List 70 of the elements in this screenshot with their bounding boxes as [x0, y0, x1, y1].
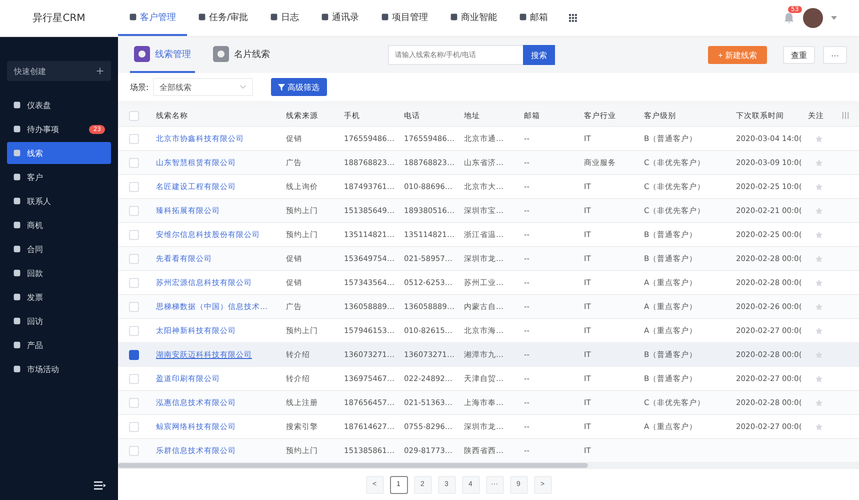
- tile-icon: [13, 149, 21, 157]
- chevron-icon: [240, 85, 246, 89]
- columns-icon[interactable]: [842, 112, 849, 119]
- collapse-menu-icon[interactable]: [94, 481, 106, 490]
- sidebar-item[interactable]: 商机: [7, 214, 111, 236]
- brand-logo: 异行星CRM: [32, 12, 86, 25]
- scrollbar[interactable]: [118, 463, 588, 468]
- tile-icon: [321, 13, 330, 21]
- tile-icon: [13, 269, 21, 277]
- scene-select[interactable]: 全部线索: [152, 78, 253, 96]
- sidebar-item[interactable]: 线索: [7, 142, 111, 164]
- nav-tab[interactable]: 日志: [259, 0, 310, 36]
- sidebar-item[interactable]: 发票: [7, 286, 111, 308]
- tile-icon: [450, 13, 458, 21]
- scene-label: 场景:: [130, 82, 149, 92]
- tile-icon: [13, 317, 21, 325]
- star-icon[interactable]: [815, 278, 823, 286]
- caret-icon[interactable]: [831, 16, 837, 20]
- star-icon[interactable]: [815, 206, 823, 214]
- sidebar-item[interactable]: 产品: [7, 334, 111, 356]
- star-icon[interactable]: [815, 254, 823, 262]
- star-icon[interactable]: [815, 326, 823, 334]
- checkbox[interactable]: [129, 350, 139, 360]
- bell-icon[interactable]: [783, 12, 795, 24]
- sidebar-item[interactable]: 合同: [7, 238, 111, 260]
- tile-icon: [13, 221, 21, 229]
- tile-icon: [13, 293, 21, 301]
- dedupe-button[interactable]: 查重: [783, 46, 815, 64]
- advanced-filter-button[interactable]: 高级筛选: [270, 78, 327, 96]
- tile-icon: [13, 365, 21, 373]
- nav-tab[interactable]: 任务/审批: [187, 0, 260, 36]
- tile-icon: [134, 46, 150, 62]
- star-icon[interactable]: [815, 134, 823, 142]
- sub-tab[interactable]: 名片线索: [209, 37, 274, 73]
- tile-icon: [13, 197, 21, 205]
- star-icon[interactable]: [815, 182, 823, 190]
- tile-icon: [13, 341, 21, 349]
- tile-icon: [270, 13, 278, 21]
- search-button[interactable]: 搜索: [523, 45, 555, 65]
- star-icon[interactable]: [815, 158, 823, 166]
- star-icon[interactable]: [815, 422, 823, 430]
- tile-icon: [198, 13, 206, 21]
- sidebar-item[interactable]: 回访: [7, 310, 111, 332]
- nav-tab[interactable]: 通讯录: [310, 0, 370, 36]
- more-button[interactable]: ···: [823, 46, 847, 64]
- sidebar-item[interactable]: 联系人: [7, 190, 111, 212]
- star-icon[interactable]: [815, 374, 823, 382]
- star-icon[interactable]: [815, 230, 823, 238]
- tile-icon: [13, 101, 21, 109]
- grid-icon[interactable]: [569, 14, 578, 22]
- tile-icon: [13, 245, 21, 253]
- sidebar-item[interactable]: 回款: [7, 262, 111, 284]
- sidebar-item[interactable]: 客户: [7, 166, 111, 188]
- tile-icon: [519, 13, 528, 21]
- star-icon[interactable]: [815, 398, 823, 406]
- sidebar-item[interactable]: 仪表盘: [7, 94, 111, 116]
- nav-tab[interactable]: 商业智能: [439, 0, 508, 36]
- tile-icon: [381, 13, 390, 21]
- tile-icon: [13, 125, 21, 133]
- tile-icon: [129, 13, 137, 21]
- star-icon[interactable]: [815, 350, 823, 358]
- nav-tab[interactable]: 邮箱: [508, 0, 560, 36]
- plus-icon: [96, 67, 104, 75]
- nav-tab[interactable]: 项目管理: [370, 0, 440, 36]
- tile-icon: [13, 173, 21, 181]
- star-icon[interactable]: [815, 302, 823, 310]
- sidebar-item[interactable]: 市场活动: [7, 358, 111, 380]
- quick-create-button[interactable]: 快速创建: [7, 61, 111, 81]
- avatar[interactable]: [803, 8, 823, 28]
- funnel-icon: [278, 84, 285, 90]
